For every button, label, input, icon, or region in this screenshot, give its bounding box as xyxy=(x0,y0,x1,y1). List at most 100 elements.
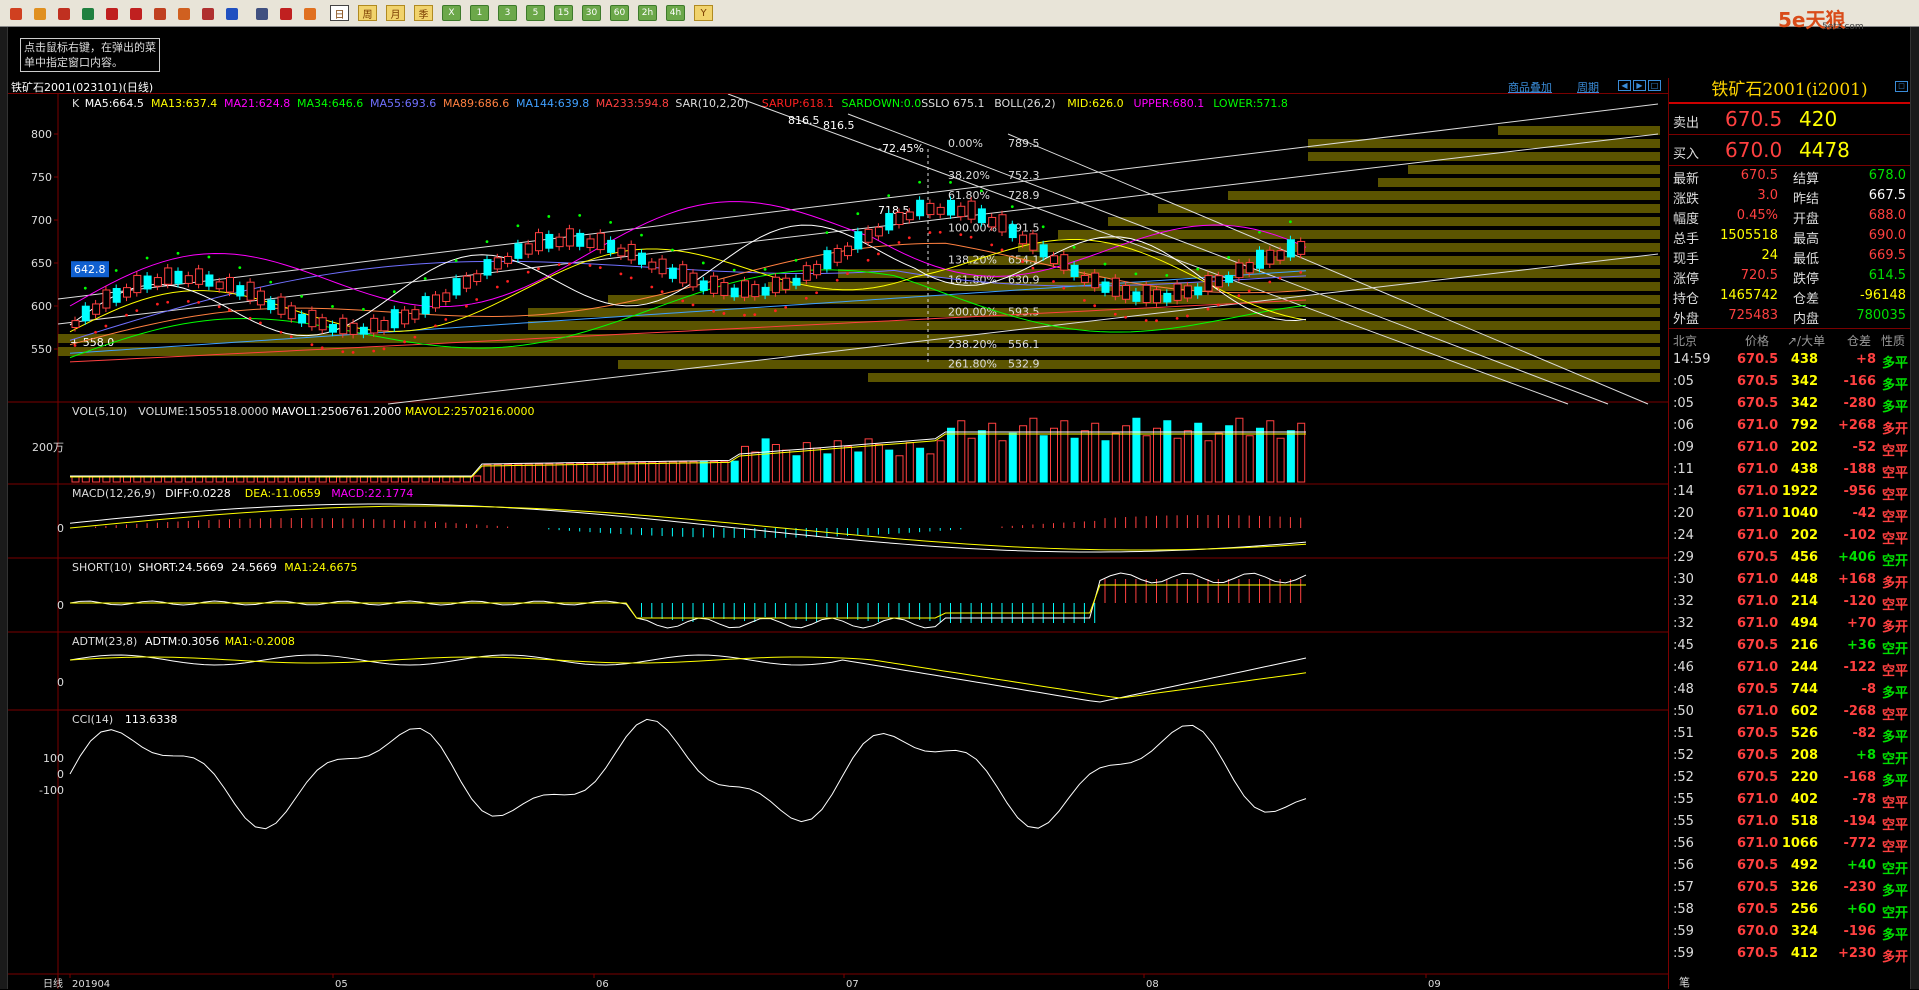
toolbar-icon-7 xyxy=(177,7,190,20)
toolbar-button-21[interactable]: 15 xyxy=(554,5,573,21)
left-tab-strip[interactable] xyxy=(0,27,8,989)
tick-tm: :59 xyxy=(1673,924,1694,939)
tick-vol: 342 xyxy=(1790,374,1818,389)
sar-dot xyxy=(640,233,643,237)
candle xyxy=(226,276,234,293)
toolbar-button-24[interactable]: 2h xyxy=(638,5,657,21)
toolbar-button-11[interactable] xyxy=(276,4,295,23)
toolbar-button-4[interactable] xyxy=(102,4,121,23)
toolbar-button-13[interactable]: 日 xyxy=(330,5,349,21)
candle xyxy=(81,305,90,322)
adtm-indicator: ADTM:0.3056 xyxy=(145,635,219,648)
tick-list[interactable]: 14:59 670.5 438 +8 多平:05 670.5 342 -166 多平:05 670… xyxy=(1669,348,1910,965)
tick-nt: 空开 xyxy=(1881,642,1908,657)
sar-dot xyxy=(444,318,448,321)
sar-dot xyxy=(804,296,808,300)
toolbar-button-20[interactable]: 5 xyxy=(526,5,545,21)
maximize-window-button[interactable]: □ xyxy=(1648,80,1661,91)
stat-v2: 678.0 xyxy=(1868,168,1906,183)
toolbar-button-2[interactable] xyxy=(54,4,73,23)
tick-oi: -230 xyxy=(1843,880,1876,895)
tick-pr: 671.0 xyxy=(1737,814,1779,829)
tick-header: 北京 价格 ↗/大单 仓差 性质 xyxy=(1669,328,1910,348)
tick-oi: -168 xyxy=(1843,770,1876,785)
candle xyxy=(123,287,131,298)
tick-vol: 448 xyxy=(1790,572,1818,587)
candle xyxy=(215,281,224,290)
toolbar-button-25[interactable]: 4h xyxy=(666,5,685,21)
candle xyxy=(710,275,719,294)
toolbar-button-6[interactable] xyxy=(150,4,169,23)
stat-v1: 24 xyxy=(1761,248,1778,263)
toolbar-button-22[interactable]: 30 xyxy=(582,5,601,21)
tick-oi: -196 xyxy=(1843,924,1876,939)
toolbar-button-10[interactable] xyxy=(252,4,271,23)
toolbar-button-8[interactable] xyxy=(198,4,217,23)
short-indicator: SHORT(10) xyxy=(72,561,132,574)
candle xyxy=(493,257,502,270)
sar-dot xyxy=(1175,316,1179,320)
sar-dot xyxy=(928,231,932,234)
toolbar-button-9[interactable] xyxy=(222,4,241,23)
tick-vol: 526 xyxy=(1790,726,1818,741)
toolbar-button-5[interactable] xyxy=(126,4,145,23)
stat-k1: 涨跌 xyxy=(1673,192,1700,207)
toolbar-button-14[interactable]: 周 xyxy=(358,5,377,21)
toolbar-button-19[interactable]: 3 xyxy=(498,5,517,21)
sar-dot xyxy=(300,294,303,298)
main-indicator: MID:626.0 xyxy=(1067,97,1123,110)
tick-vol: 244 xyxy=(1790,660,1818,675)
toolbar-button-18[interactable]: 1 xyxy=(470,5,489,21)
toolbar-button-1[interactable] xyxy=(30,4,49,23)
tick-oi: -42 xyxy=(1852,506,1877,521)
toolbar-button-15[interactable]: 月 xyxy=(386,5,405,21)
mavol1-line xyxy=(70,431,1306,477)
cci-indicator: 113.6338 xyxy=(125,713,177,726)
kline-chart[interactable]: 800 750 700 650 600 550 642.8 K MA5:664.5 MA13:63… xyxy=(8,94,1668,989)
sar-dot xyxy=(1247,289,1251,293)
volume-at-price-bar xyxy=(968,256,1660,265)
tick-row: :59 670.0 324 -196 多平 xyxy=(1669,920,1910,943)
toolbar-button-16[interactable]: 季 xyxy=(414,5,433,21)
stat-k2: 开盘 xyxy=(1793,212,1820,227)
stat-k1: 现手 xyxy=(1673,252,1700,267)
product-add-link[interactable]: 商品叠加 xyxy=(1508,79,1552,95)
sar-dot xyxy=(186,299,190,303)
tick-row: :45 670.5 216 +36 空开 xyxy=(1669,634,1910,657)
toolbar-button-7[interactable] xyxy=(174,4,193,23)
stat-row: 幅度 0.45% 开盘 688.0 xyxy=(1669,206,1910,227)
tick-row: :32 671.0 214 -120 空平 xyxy=(1669,590,1910,613)
volume-bar xyxy=(493,464,502,483)
tick-oi: +8 xyxy=(1856,352,1876,367)
toolbar-button-23[interactable]: 60 xyxy=(610,5,629,21)
candle xyxy=(1173,283,1182,301)
toolbar-button-12[interactable] xyxy=(300,4,319,23)
tick-tm: :58 xyxy=(1673,902,1694,917)
tick-vol: 342 xyxy=(1790,396,1818,411)
candle xyxy=(1080,274,1089,283)
candle xyxy=(236,285,245,297)
main-indicator: LOWER:571.8 xyxy=(1213,97,1288,110)
toolbar-button-17[interactable]: X xyxy=(442,5,461,21)
main-indicator: MA233:594.8 xyxy=(596,97,669,110)
candle xyxy=(473,273,482,283)
sar-dot xyxy=(743,313,746,317)
sar-dot xyxy=(495,285,499,289)
high-label: 816.5 xyxy=(788,114,820,127)
prev-window-button[interactable]: ◀ xyxy=(1618,80,1631,91)
next-window-button[interactable]: ▶ xyxy=(1633,80,1646,91)
candle xyxy=(1101,281,1110,293)
tick-pr: 671.0 xyxy=(1737,616,1779,631)
period-link[interactable]: 周期 xyxy=(1577,79,1599,95)
toolbar-button-26[interactable]: Y xyxy=(694,5,713,21)
right-tab-strip[interactable] xyxy=(1910,27,1919,989)
candle xyxy=(267,299,276,311)
toolbar-button-0[interactable] xyxy=(6,4,25,23)
candle xyxy=(421,296,430,315)
quote-maximize-icon[interactable]: □ xyxy=(1895,81,1908,92)
toolbar-button-3[interactable] xyxy=(78,4,97,23)
tick-tm: :14 xyxy=(1673,484,1694,499)
volume-bar xyxy=(813,447,822,483)
candle xyxy=(1019,234,1028,245)
chart-title: 铁矿石2001(023101)(日线) xyxy=(11,81,154,94)
